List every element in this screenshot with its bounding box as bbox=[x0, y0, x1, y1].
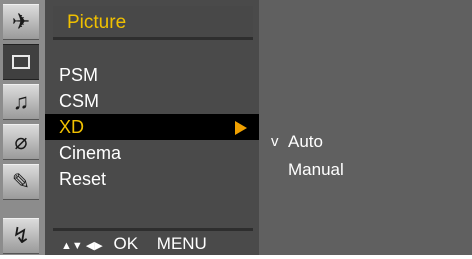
menu-list: PSM CSM XD Cinema Reset bbox=[45, 62, 259, 192]
menu-item-reset[interactable]: Reset bbox=[45, 166, 259, 192]
menu-title: Picture bbox=[53, 6, 253, 40]
menu-item-csm[interactable]: CSM bbox=[45, 88, 259, 114]
antenna-icon[interactable]: ✈ bbox=[3, 4, 39, 40]
picture-icon[interactable] bbox=[3, 44, 39, 80]
submenu-item-auto[interactable]: v Auto bbox=[259, 129, 472, 155]
navigation-help-bar: ▲▼ ◀▶ OK MENU bbox=[53, 228, 253, 255]
tv-osd: ✈ ♫ ⌀ ✎ ↯ Picture PSM CSM XD Cinema Rese… bbox=[0, 0, 472, 255]
input-icon[interactable]: ↯ bbox=[3, 218, 39, 254]
picture-menu: Picture PSM CSM XD Cinema Reset ▲▼ ◀▶ OK… bbox=[45, 0, 259, 255]
menu-item-cinema[interactable]: Cinema bbox=[45, 140, 259, 166]
ok-label: OK bbox=[113, 234, 139, 253]
audio-icon[interactable]: ♫ bbox=[3, 84, 39, 120]
menu-item-xd[interactable]: XD bbox=[45, 114, 259, 140]
xd-submenu: v Auto Manual bbox=[259, 0, 472, 255]
option-icon[interactable]: ✎ bbox=[3, 164, 39, 200]
time-icon[interactable]: ⌀ bbox=[3, 124, 39, 160]
submenu-arrow-icon bbox=[235, 121, 247, 135]
submenu-item-manual[interactable]: Manual bbox=[259, 157, 472, 183]
menu-icon-bar: ✈ ♫ ⌀ ✎ ↯ bbox=[0, 0, 45, 255]
navigation-arrows-icon: ▲▼ ◀▶ bbox=[61, 240, 103, 252]
check-icon: v bbox=[271, 133, 279, 150]
menu-label: MENU bbox=[156, 234, 207, 253]
menu-item-psm[interactable]: PSM bbox=[45, 62, 259, 88]
